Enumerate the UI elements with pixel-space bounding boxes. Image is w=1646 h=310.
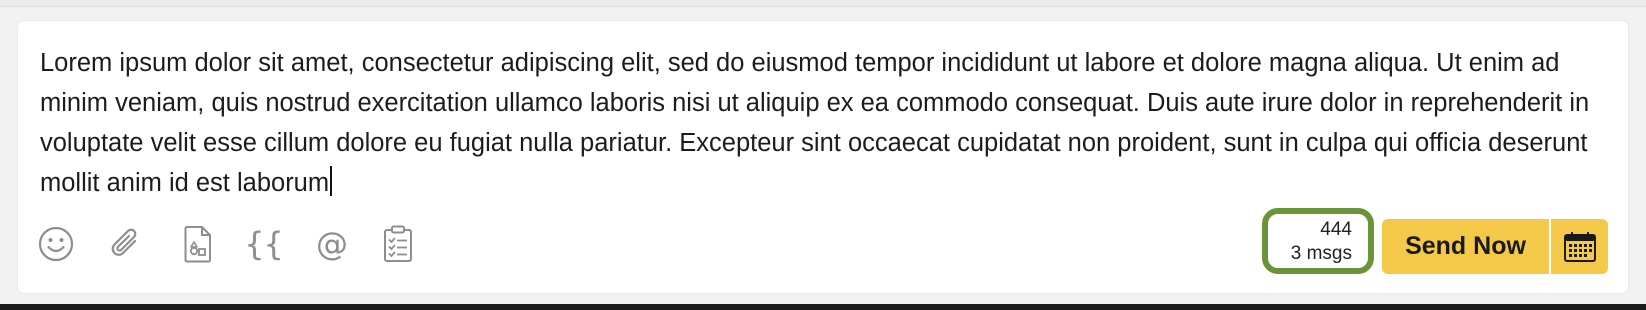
file-button[interactable]	[176, 222, 220, 266]
mention-button[interactable]: @	[310, 222, 354, 266]
emoji-icon	[38, 226, 74, 262]
text-caret	[330, 166, 333, 196]
variables-button[interactable]: {{	[242, 222, 286, 266]
braces-icon: {{	[244, 225, 284, 263]
mention-icon: @	[316, 225, 348, 263]
message-count: 3 msgs	[1290, 243, 1352, 264]
emoji-button[interactable]	[34, 222, 78, 266]
template-button[interactable]	[376, 222, 420, 266]
calendar-icon	[1563, 231, 1596, 262]
file-icon	[184, 226, 211, 263]
character-count: 444	[1320, 219, 1352, 240]
bottom-border	[0, 304, 1646, 310]
schedule-button[interactable]	[1551, 219, 1608, 274]
message-text: Lorem ipsum dolor sit amet, consectetur …	[40, 49, 1597, 197]
send-now-label: Send Now	[1405, 232, 1526, 260]
attach-button[interactable]	[104, 222, 148, 266]
send-now-button[interactable]: Send Now	[1382, 219, 1549, 274]
top-divider	[0, 0, 1646, 7]
attachment-icon	[111, 228, 137, 256]
clipboard-icon	[384, 225, 412, 262]
character-counter: 444 3 msgs	[1262, 208, 1374, 274]
message-input[interactable]: Lorem ipsum dolor sit amet, consectetur …	[40, 43, 1620, 203]
